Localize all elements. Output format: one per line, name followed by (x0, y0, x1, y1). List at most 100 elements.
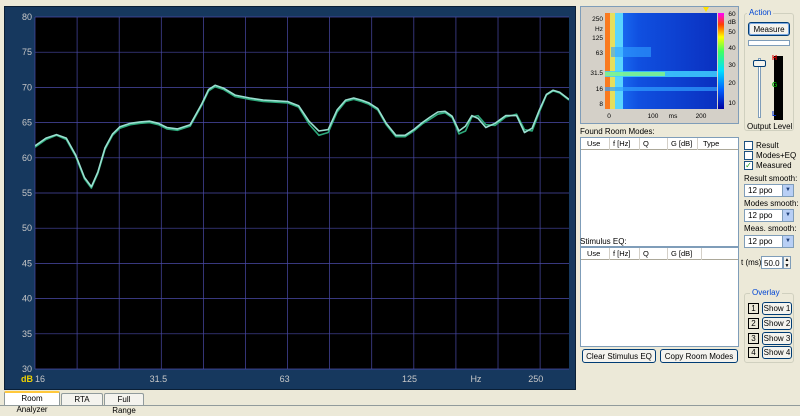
time-window-spinner[interactable]: ▲ ▼ (783, 256, 791, 269)
tab-rta[interactable]: RTA (61, 393, 103, 405)
col-use[interactable]: Use (587, 139, 600, 148)
found-room-modes-list[interactable]: Use f [Hz] Q G [dB] Type (580, 137, 739, 247)
color-scale-label: 40 (728, 45, 736, 52)
color-scale-label: 30 (728, 62, 736, 69)
clear-stimulus-eq-button[interactable]: Clear Stimulus EQ (582, 349, 656, 363)
color-scale-label: dB (728, 19, 736, 26)
overlay-title: Overlay (750, 288, 782, 297)
y-tick-label: 50 (22, 223, 32, 233)
chevron-down-icon[interactable]: ▼ (782, 185, 793, 196)
spectrogram-y-label: 16 (596, 86, 604, 93)
modes-eq-checkbox[interactable] (744, 151, 753, 160)
time-window-value: 50.0 (764, 259, 780, 268)
frequency-response-plot[interactable]: 30 35 40 45 50 55 60 65 70 75 80 16 31.5 63 125 250 Hz dB (5, 7, 577, 391)
overlay-1-store[interactable]: 1 (748, 303, 759, 314)
stimulus-eq-title: Stimulus EQ: (580, 237, 627, 246)
chevron-down-icon[interactable]: ▼ (782, 210, 793, 221)
overlay-show-4-button[interactable]: Show 4 (762, 346, 792, 359)
color-scale-bar (718, 13, 724, 109)
spectrogram-mid-decay (611, 47, 651, 57)
modes-smooth-label: Modes smooth: (744, 199, 799, 208)
overlay-show-2-button[interactable]: Show 2 (762, 317, 792, 330)
tab-room-analyzer[interactable]: Room Analyzer (4, 391, 60, 414)
measured-checkbox-label: Measured (756, 161, 792, 170)
tab-full-range[interactable]: Full Range (104, 393, 144, 415)
meas-smooth-value: 12 ppo (748, 237, 773, 246)
meas-smooth-select[interactable]: 12 ppo ▼ (744, 235, 794, 248)
stimulus-eq-header: Use f [Hz] Q G [dB] (581, 248, 738, 260)
spin-down-icon[interactable]: ▼ (785, 263, 790, 269)
result-checkbox-label: Result (756, 141, 779, 150)
color-scale-label: 60 (728, 11, 736, 18)
y-tick-label: 35 (22, 329, 32, 339)
modes-smooth-select[interactable]: 12 ppo ▼ (744, 209, 794, 222)
color-scale-label: 20 (728, 80, 736, 87)
meter-good-label: G (772, 82, 778, 89)
spectrogram-onset-peak (605, 13, 610, 109)
y-tick-label: 65 (22, 118, 32, 128)
measured-checkbox[interactable]: ✓ (744, 161, 753, 170)
overlay-2-store[interactable]: 2 (748, 318, 759, 329)
spectrogram-mode-band-low (605, 87, 717, 91)
meter-high-label: H (772, 55, 778, 62)
waterfall-spectrogram[interactable]: 250 Hz 125 63 31.5 16 8 0 100 ms 200 60 dB 50 40 30 20 10 (580, 6, 739, 124)
spectrogram-y-label: 250 (592, 16, 603, 23)
time-window-label: t (ms) (741, 258, 762, 267)
overlay-3-store[interactable]: 3 (748, 333, 759, 344)
y-tick-label: 45 (22, 258, 32, 268)
col-q[interactable]: Q (643, 139, 649, 148)
spectrogram-mode-band-core (605, 72, 665, 76)
measure-button[interactable]: Measure (748, 22, 790, 36)
color-scale-label: 50 (728, 29, 736, 36)
col-q[interactable]: Q (643, 249, 649, 258)
meas-smooth-label: Meas. smooth: (744, 224, 797, 233)
spectrogram-y-label: 63 (596, 50, 604, 57)
overlay-show-1-button[interactable]: Show 1 (762, 302, 792, 315)
x-tick-label: 16 (35, 374, 45, 384)
found-room-modes-header: Use f [Hz] Q G [dB] Type (581, 138, 738, 150)
col-gain[interactable]: G [dB] (671, 249, 692, 258)
spectrogram-y-label: 125 (592, 35, 603, 42)
action-title: Action (747, 8, 774, 17)
output-level-label: Output Level (747, 122, 793, 131)
output-level-slider-handle[interactable] (753, 60, 766, 67)
spectrogram-x-label: 100 (648, 113, 659, 120)
chevron-down-icon[interactable]: ▼ (782, 236, 793, 247)
spectrogram-plot: 250 Hz 125 63 31.5 16 80 100 ms 200 60dB 50 40 30 20 10 (590, 7, 736, 120)
color-scale-label: 10 (728, 100, 736, 107)
overlay-4-store[interactable]: 4 (748, 347, 759, 358)
y-tick-label: 30 (22, 364, 32, 374)
col-frequency[interactable]: f [Hz] (613, 249, 631, 258)
result-checkbox[interactable] (744, 141, 753, 150)
time-marker[interactable] (703, 7, 709, 12)
spectrogram-x-label: ms (669, 113, 678, 120)
result-smooth-select[interactable]: 12 ppo ▼ (744, 184, 794, 197)
x-tick-label: 31.5 (150, 374, 168, 384)
spectrogram-y-label: Hz (595, 26, 603, 33)
col-frequency[interactable]: f [Hz] (613, 139, 631, 148)
meter-low-label: L (772, 111, 777, 118)
output-level-track[interactable] (758, 58, 761, 118)
time-window-input[interactable]: 50.0 (761, 256, 783, 269)
col-gain[interactable]: G [dB] (671, 139, 692, 148)
y-tick-label: 75 (22, 47, 32, 57)
x-unit-label: Hz (470, 374, 481, 384)
y-tick-label: 40 (22, 294, 32, 304)
x-tick-label: 125 (402, 374, 417, 384)
copy-room-modes-button[interactable]: Copy Room Modes (660, 349, 738, 363)
modes-smooth-value: 12 ppo (748, 211, 773, 220)
spectrogram-y-label: 8 (599, 101, 603, 108)
checkmark-icon: ✓ (745, 161, 752, 170)
frequency-response-chart[interactable]: 30 35 40 45 50 55 60 65 70 75 80 16 31.5 63 125 250 Hz dB (4, 6, 576, 390)
y-tick-label: 55 (22, 188, 32, 198)
result-smooth-label: Result smooth: (744, 174, 798, 183)
spectrogram-x-label: 200 (696, 113, 707, 120)
found-room-modes-title: Found Room Modes: (580, 127, 655, 136)
overlay-show-3-button[interactable]: Show 3 (762, 332, 792, 345)
x-tick-label: 63 (280, 374, 290, 384)
y-tick-label: 70 (22, 82, 32, 92)
stimulus-eq-list[interactable]: Use f [Hz] Q G [dB] (580, 247, 739, 347)
result-smooth-value: 12 ppo (748, 186, 773, 195)
col-type[interactable]: Type (703, 139, 719, 148)
col-use[interactable]: Use (587, 249, 600, 258)
